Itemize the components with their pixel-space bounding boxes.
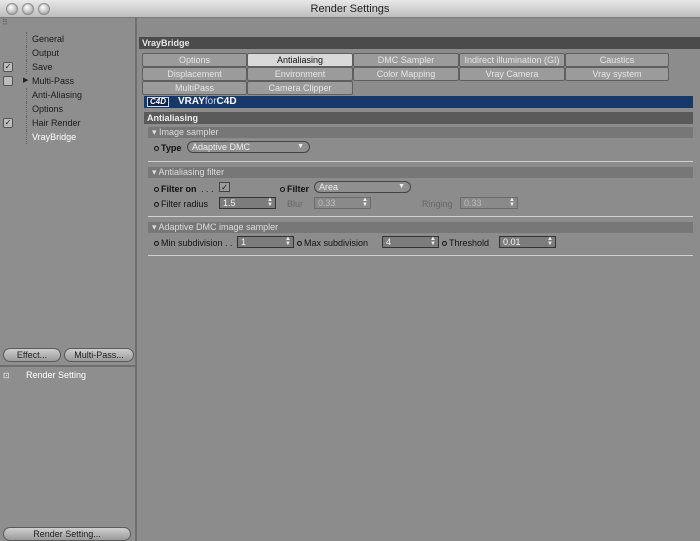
- stepper-arrows-icon[interactable]: ▲ ▼: [267, 197, 273, 208]
- sidebar-item-label: Multi-Pass: [32, 76, 75, 86]
- sidebar-item-vraybridge[interactable]: VrayBridge: [0, 130, 137, 144]
- animate-dot-icon[interactable]: [154, 187, 159, 192]
- image-sampler-group[interactable]: ▾ Image sampler: [148, 127, 693, 138]
- sidebar-item-hair-render[interactable]: ✓ Hair Render: [0, 116, 137, 130]
- sidebar-item-label: Options: [32, 104, 64, 114]
- tab-dmc-sampler[interactable]: DMC Sampler: [353, 53, 459, 67]
- adaptive-dmc-group[interactable]: ▾ Adaptive DMC image sampler: [148, 222, 693, 233]
- ringing-field: 0.33 ▲ ▼: [460, 197, 518, 209]
- filter-type-select[interactable]: Area ▼: [314, 181, 411, 193]
- tab-multipass[interactable]: MultiPass: [142, 81, 247, 95]
- stepper-arrows-icon[interactable]: ▲ ▼: [430, 236, 436, 247]
- sidebar-item-general[interactable]: General: [0, 32, 137, 46]
- chevron-down-icon: ▼: [398, 183, 405, 190]
- sidebar-item-label: Anti-Aliasing: [32, 90, 83, 100]
- stepper-arrows-icon[interactable]: ▲ ▼: [285, 236, 291, 247]
- tab-options[interactable]: Options: [142, 53, 247, 67]
- min-subdivision-field[interactable]: 1 ▲ ▼: [237, 236, 294, 248]
- filter-on-label: Filter on: [154, 184, 197, 194]
- settings-sidebar: General Output ✓ Save ▶ Multi-Pass Anti-…: [0, 18, 137, 541]
- sidebar-item-anti-aliasing[interactable]: Anti-Aliasing: [0, 88, 137, 102]
- filter-radius-field[interactable]: 1.5 ▲ ▼: [219, 197, 276, 209]
- blur-field: 0.33 ▲ ▼: [314, 197, 371, 209]
- sidebar-item-label: VrayBridge: [32, 132, 77, 142]
- sidebar-item-output[interactable]: Output: [0, 46, 137, 60]
- sampler-type-select[interactable]: Adaptive DMC ▼: [187, 141, 310, 153]
- sidebar-item-label: Save: [32, 62, 53, 72]
- expand-triangle-icon[interactable]: ▶: [23, 74, 28, 88]
- multi-pass-enable-checkbox[interactable]: [3, 76, 13, 86]
- sidebar-item-label: General: [32, 34, 65, 44]
- multi-pass-button[interactable]: Multi-Pass...: [64, 348, 134, 362]
- divider: [148, 216, 693, 217]
- save-enable-checkbox[interactable]: ✓: [3, 62, 13, 72]
- animate-dot-icon[interactable]: [280, 187, 285, 192]
- filter-radius-label: Filter radius: [154, 199, 208, 209]
- tab-antialiasing[interactable]: Antialiasing: [247, 53, 353, 67]
- title-bar: Render Settings: [0, 0, 700, 18]
- blur-label: Blur: [287, 199, 304, 209]
- main-panel: VrayBridge Options Antialiasing DMC Samp…: [139, 18, 700, 541]
- animate-dot-icon[interactable]: [442, 241, 447, 246]
- stepper-arrows-icon[interactable]: ▲ ▼: [547, 236, 553, 247]
- chevron-down-icon: ▼: [297, 143, 304, 150]
- sidebar-item-multi-pass[interactable]: ▶ Multi-Pass: [0, 74, 137, 88]
- divider: [0, 365, 135, 367]
- settings-nav-list: General Output ✓ Save ▶ Multi-Pass Anti-…: [0, 32, 137, 144]
- max-subdivision-label: Max subdivision: [297, 238, 368, 248]
- animate-dot-icon[interactable]: [297, 241, 302, 246]
- effect-button[interactable]: Effect...: [3, 348, 61, 362]
- tab-environment[interactable]: Environment: [247, 67, 353, 81]
- sidebar-item-options[interactable]: Options: [0, 102, 137, 116]
- tab-vray-camera[interactable]: Vray Camera: [459, 67, 565, 81]
- stepper-arrows-icon: ▲ ▼: [509, 197, 515, 208]
- filter-on-dots: . . .: [201, 184, 214, 194]
- animate-dot-icon[interactable]: [154, 241, 159, 246]
- animate-dot-icon[interactable]: [154, 202, 159, 207]
- divider: [148, 161, 693, 162]
- tab-color-mapping[interactable]: Color Mapping: [353, 67, 459, 81]
- threshold-field[interactable]: 0.01 ▲ ▼: [499, 236, 556, 248]
- tab-camera-clipper[interactable]: Camera Clipper: [247, 81, 353, 95]
- render-setting-item[interactable]: ⊡ Render Setting: [3, 369, 133, 383]
- type-label: Type: [154, 143, 181, 153]
- sidebar-item-save[interactable]: ✓ Save: [0, 60, 137, 74]
- min-subdivision-label: Min subdivision . .: [154, 238, 233, 248]
- stepper-arrows-icon: ▲ ▼: [362, 197, 368, 208]
- threshold-label: Threshold: [442, 238, 489, 248]
- resize-grip-icon[interactable]: ⠿: [2, 19, 14, 27]
- collapse-triangle-icon: ▾: [152, 127, 160, 137]
- divider: [148, 255, 693, 256]
- render-setting-button[interactable]: Render Setting...: [3, 527, 131, 541]
- window-title: Render Settings: [310, 3, 390, 15]
- vray-for-c4d-logo: VRAYforC4D: [178, 96, 237, 107]
- section-title: Antialiasing: [144, 112, 693, 124]
- hair-render-enable-checkbox[interactable]: ✓: [3, 118, 13, 128]
- c4d-logo-mark: C4D: [147, 97, 170, 107]
- tab-caustics[interactable]: Caustics: [565, 53, 669, 67]
- sidebar-item-label: Hair Render: [32, 118, 81, 128]
- panel-header: VrayBridge: [139, 37, 700, 49]
- sidebar-item-label: Output: [32, 48, 60, 58]
- antialiasing-filter-group[interactable]: ▾ Antialiasing filter: [148, 167, 693, 178]
- max-subdivision-field[interactable]: 4 ▲ ▼: [382, 236, 439, 248]
- filter-label: Filter: [280, 184, 309, 194]
- tab-indirect-illumination[interactable]: Indirect illumination (GI): [459, 53, 565, 67]
- tab-vray-system[interactable]: Vray system: [565, 67, 669, 81]
- animate-dot-icon[interactable]: [154, 146, 159, 151]
- vray-banner: C4D VRAYforC4D: [144, 96, 693, 108]
- render-setting-icon: ⊡: [3, 371, 10, 380]
- filter-on-checkbox[interactable]: ✓: [219, 182, 230, 192]
- tab-displacement[interactable]: Displacement: [142, 67, 247, 81]
- ringing-label: Ringing: [422, 199, 453, 209]
